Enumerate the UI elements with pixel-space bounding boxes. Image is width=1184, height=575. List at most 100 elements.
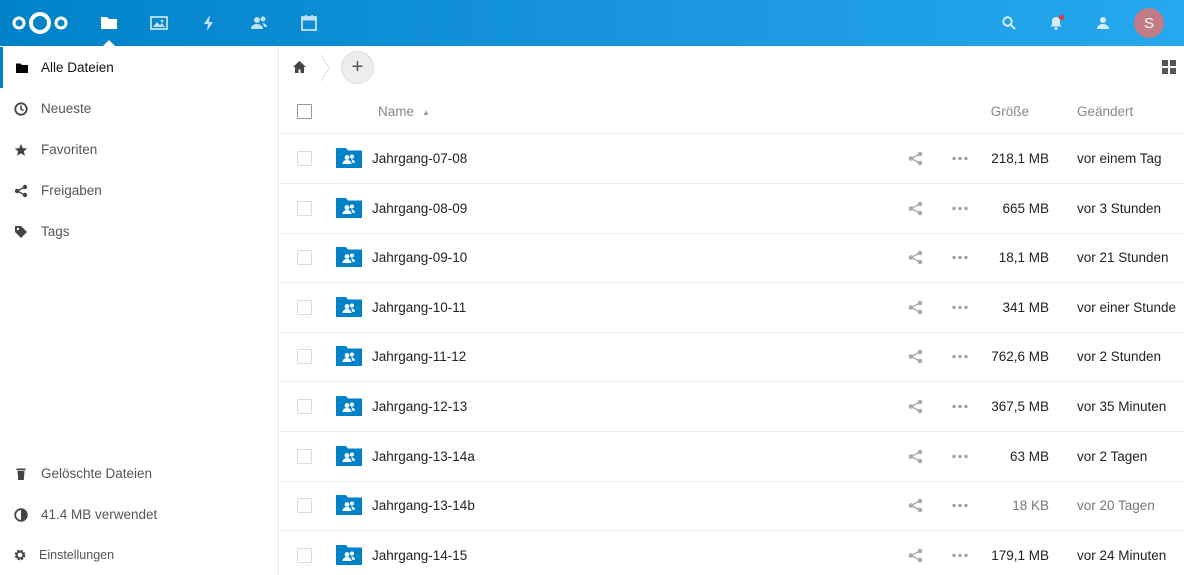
row-checkbox[interactable] (297, 299, 312, 315)
share-icon[interactable] (907, 398, 924, 415)
table-row[interactable]: Jahrgang-13-14a 63 MB vor 2 Tagen (279, 432, 1184, 482)
more-actions-icon[interactable] (949, 200, 971, 217)
file-name[interactable]: Jahrgang-08-09 (372, 184, 467, 233)
avatar[interactable]: S (1134, 8, 1164, 38)
more-actions-icon[interactable] (949, 299, 971, 316)
app-contacts[interactable] (234, 0, 284, 46)
app-calendar[interactable] (284, 0, 334, 46)
table-row[interactable]: Jahrgang-11-12 762,6 MB vor 2 Stunden (279, 332, 1184, 383)
sidebar-item-recent[interactable]: Neueste (0, 88, 278, 129)
app-files[interactable] (84, 0, 134, 46)
search-icon (1001, 16, 1016, 30)
file-name[interactable]: Jahrgang-12-13 (372, 382, 467, 431)
share-icon[interactable] (907, 249, 924, 266)
row-checkbox[interactable] (297, 200, 312, 216)
file-name[interactable]: Jahrgang-13-14a (372, 432, 475, 481)
app-photos[interactable] (134, 0, 184, 46)
share-icon[interactable] (907, 547, 924, 564)
more-actions-icon[interactable] (949, 348, 971, 365)
shared-folder-icon[interactable] (336, 295, 362, 317)
shared-folder-icon[interactable] (336, 394, 362, 416)
sidebar-item-tags[interactable]: Tags (0, 211, 278, 252)
calendar-icon (301, 15, 317, 31)
table-row[interactable]: Jahrgang-08-09 665 MB vor 3 Stunden (279, 184, 1184, 234)
file-size: 762,6 MB (991, 349, 1049, 365)
file-size: 63 MB (1009, 448, 1049, 464)
shared-folder-icon[interactable] (336, 196, 362, 218)
column-header-name[interactable]: Name ▲ (378, 89, 430, 134)
row-checkbox[interactable] (297, 399, 312, 414)
shared-folder-icon[interactable] (336, 543, 362, 565)
header: S (0, 0, 1184, 46)
share-icon[interactable] (907, 200, 924, 217)
new-file-button[interactable]: + (341, 51, 374, 84)
sidebar-quota-label: 41.4 MB verwendet (41, 507, 158, 522)
table-header: Name ▲ Größe Geändert (279, 89, 1184, 134)
row-checkbox[interactable] (297, 349, 312, 365)
notifications-button[interactable] (1032, 0, 1079, 46)
file-name[interactable]: Jahrgang-13-14b (372, 481, 475, 530)
grid-icon (1162, 60, 1176, 74)
sidebar-quota[interactable]: 41.4 MB verwendet (0, 494, 278, 535)
file-name[interactable]: Jahrgang-09-10 (372, 233, 467, 282)
file-size: 218,1 MB (991, 151, 1049, 166)
file-name[interactable]: Jahrgang-11-12 (372, 332, 466, 381)
column-header-modified[interactable]: Geändert (1077, 89, 1133, 134)
app-activity[interactable] (184, 0, 234, 46)
row-checkbox[interactable] (297, 448, 312, 464)
sort-ascending-icon: ▲ (422, 107, 430, 117)
image-icon (150, 16, 168, 30)
file-size: 665 MB (1002, 200, 1049, 216)
table-row[interactable]: Jahrgang-10-11 341 MB vor einer Stunde (279, 283, 1184, 333)
sidebar-item-shares[interactable]: Freigaben (0, 170, 278, 211)
contacts-menu-button[interactable] (1079, 0, 1126, 46)
more-actions-icon[interactable] (949, 448, 971, 465)
more-actions-icon[interactable] (949, 150, 971, 167)
shared-folder-icon[interactable] (336, 245, 362, 268)
file-modified: vor 2 Stunden (1077, 349, 1162, 365)
share-icon[interactable] (907, 497, 924, 514)
shared-folder-icon[interactable] (336, 146, 362, 168)
more-actions-icon[interactable] (949, 398, 971, 415)
file-name[interactable]: Jahrgang-10-11 (372, 283, 466, 332)
row-checkbox[interactable] (297, 151, 312, 166)
file-modified: vor 20 Tagen (1077, 498, 1155, 514)
sidebar-deleted-files[interactable]: Gelöschte Dateien (0, 453, 278, 494)
share-icon[interactable] (907, 448, 924, 465)
sidebar-item-favorites[interactable]: Favoriten (0, 129, 278, 170)
select-all-checkbox[interactable] (297, 104, 312, 119)
shared-folder-icon[interactable] (336, 444, 362, 466)
more-actions-icon[interactable] (949, 249, 971, 266)
share-icon[interactable] (907, 348, 924, 365)
breadcrumb-home[interactable] (279, 46, 319, 89)
table-row[interactable]: Jahrgang-12-13 367,5 MB vor 35 Minuten (279, 382, 1184, 432)
sidebar-deleted-label: Gelöschte Dateien (41, 466, 153, 481)
more-actions-icon[interactable] (949, 547, 971, 564)
file-name[interactable]: Jahrgang-14-15 (372, 531, 467, 575)
sidebar-item-all-files[interactable]: Alle Dateien (0, 47, 278, 88)
sidebar-settings[interactable]: Einstellungen (0, 534, 278, 575)
clock-icon (0, 88, 41, 129)
row-checkbox[interactable] (297, 547, 312, 563)
shared-folder-icon[interactable] (336, 493, 362, 516)
table-row[interactable]: Jahrgang-07-08 218,1 MB vor einem Tag (279, 134, 1184, 184)
share-icon[interactable] (907, 150, 924, 167)
column-header-size[interactable]: Größe (991, 89, 1029, 134)
nextcloud-logo[interactable] (11, 10, 69, 36)
grid-view-toggle[interactable] (1161, 59, 1177, 75)
file-size: 18 KB (1012, 498, 1049, 514)
table-row[interactable]: Jahrgang-14-15 179,1 MB vor 24 Minuten (279, 531, 1184, 575)
file-name[interactable]: Jahrgang-07-08 (372, 134, 467, 183)
table-row[interactable]: Jahrgang-09-10 18,1 MB vor 21 Stunden (279, 233, 1184, 284)
share-icon (0, 170, 41, 211)
column-header-name-label: Name (378, 104, 415, 119)
header-right: S (985, 0, 1184, 46)
table-row[interactable]: Jahrgang-13-14b 18 KB vor 20 Tagen (279, 481, 1184, 532)
search-button[interactable] (985, 0, 1032, 46)
more-actions-icon[interactable] (949, 497, 971, 514)
file-modified: vor 21 Stunden (1077, 250, 1169, 266)
row-checkbox[interactable] (297, 250, 312, 266)
row-checkbox[interactable] (297, 498, 312, 514)
share-icon[interactable] (907, 299, 924, 316)
shared-folder-icon[interactable] (336, 344, 362, 367)
